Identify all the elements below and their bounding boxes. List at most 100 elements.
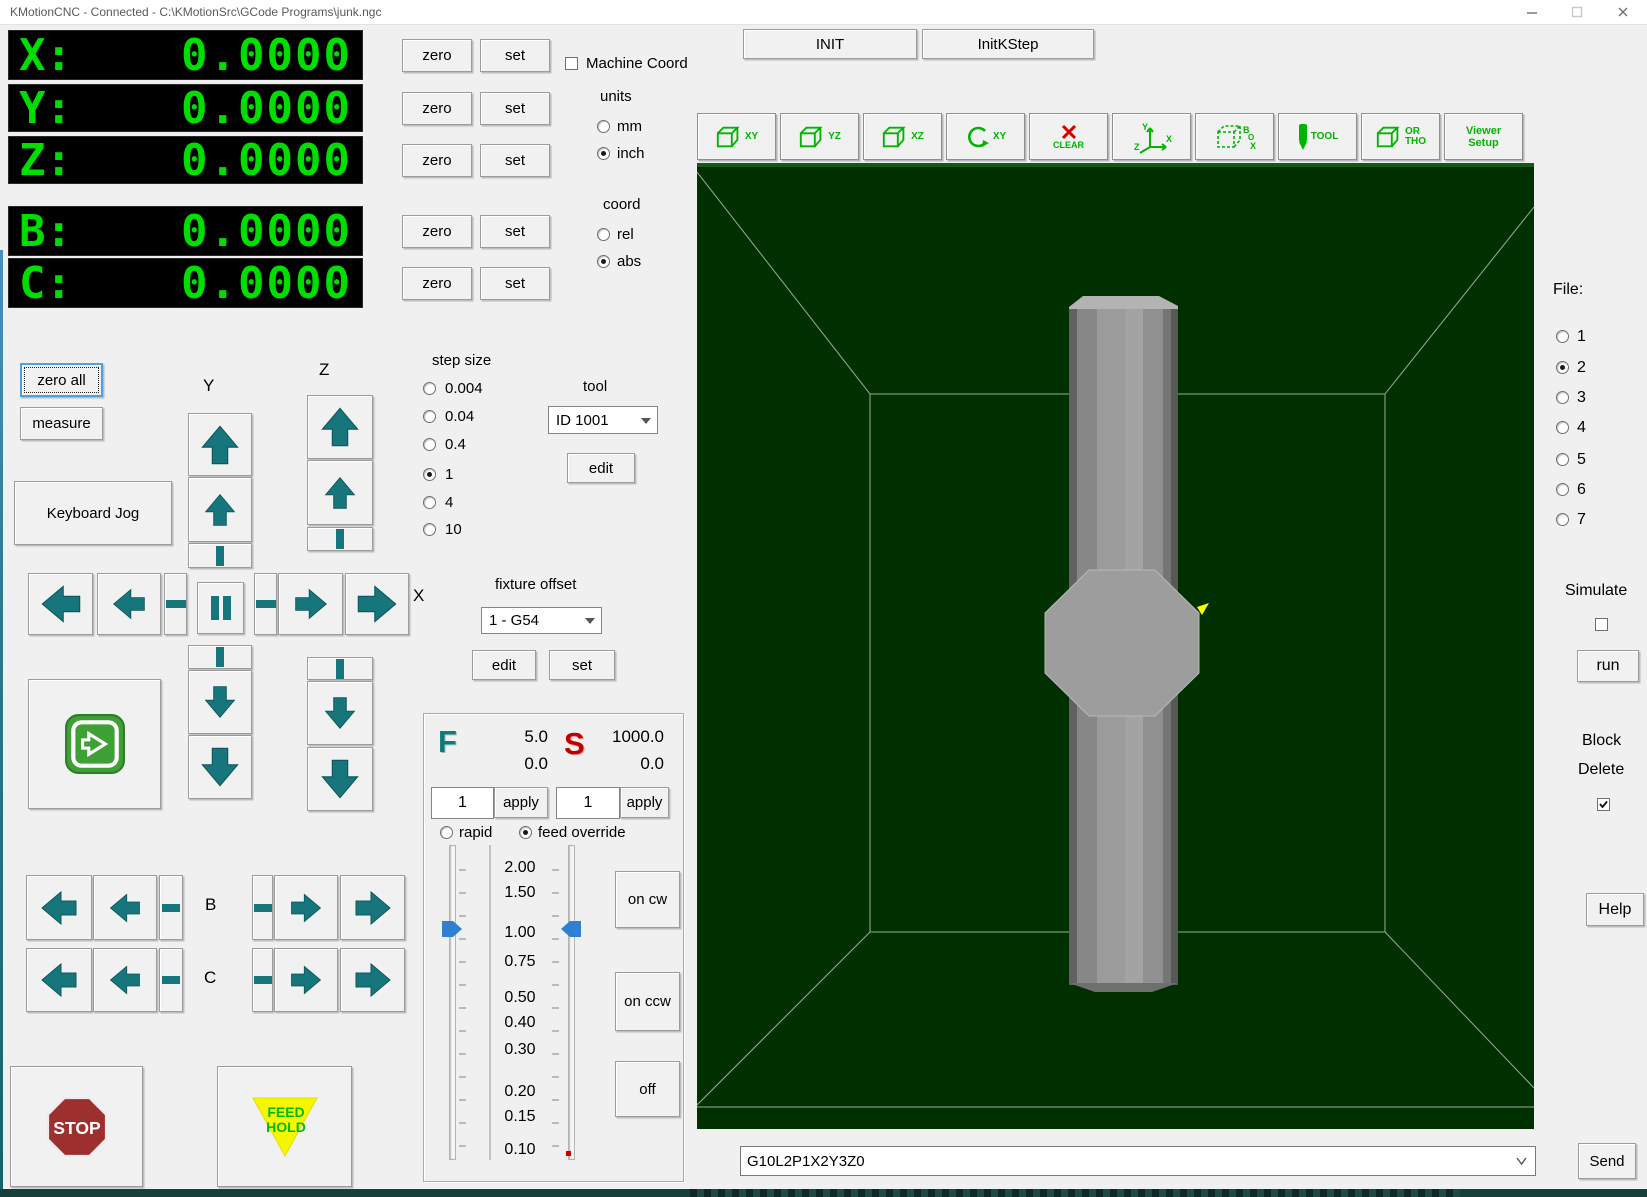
run-button[interactable]: run	[1577, 650, 1639, 682]
zero-z-button[interactable]: zero	[402, 144, 472, 177]
file-3-radio[interactable]	[1556, 391, 1569, 404]
file-5-radio[interactable]	[1556, 453, 1569, 466]
set-z-button[interactable]: set	[480, 144, 550, 177]
jog-y-minus-step-button[interactable]	[188, 645, 252, 669]
jog-b-minus-fast-button[interactable]	[26, 875, 92, 940]
init-button[interactable]: INIT	[743, 29, 917, 59]
file-1-radio[interactable]	[1556, 330, 1569, 343]
jog-y-minus-button[interactable]	[188, 670, 252, 734]
jog-x-minus-fast-button[interactable]	[28, 573, 93, 635]
units-mm-radio[interactable]	[597, 120, 610, 133]
spindle-override-input[interactable]	[556, 787, 620, 819]
viewer-setup-button[interactable]: ViewerSetup	[1444, 113, 1523, 160]
jog-c-minus-fast-button[interactable]	[26, 948, 92, 1012]
file-7-radio[interactable]	[1556, 513, 1569, 526]
jog-c-minus-button[interactable]	[93, 948, 157, 1012]
jog-c-plus-button[interactable]	[274, 948, 338, 1012]
set-c-button[interactable]: set	[480, 267, 550, 300]
jog-y-plus-step-button[interactable]	[188, 543, 252, 568]
jog-y-minus-fast-button[interactable]	[188, 735, 252, 799]
ortho-button[interactable]: ORTHO	[1361, 113, 1440, 160]
zero-x-button[interactable]: zero	[402, 39, 472, 72]
jog-z-plus-fast-button[interactable]	[307, 395, 373, 459]
feed-override-radio[interactable]	[519, 826, 532, 839]
tool-edit-button[interactable]: edit	[567, 453, 635, 483]
jog-x-minus-button[interactable]	[97, 573, 161, 635]
fixture-set-button[interactable]: set	[549, 650, 615, 680]
spindle-override-slider[interactable]	[568, 845, 575, 1160]
step-size-10-radio[interactable]	[423, 523, 436, 536]
jog-y-plus-fast-button[interactable]	[188, 413, 252, 476]
jog-z-plus-step-button[interactable]	[307, 527, 373, 551]
gcode-combobox[interactable]: G10L2P1X2Y3Z0	[740, 1146, 1536, 1176]
jog-pause-button[interactable]	[197, 582, 244, 634]
zero-b-button[interactable]: zero	[402, 215, 472, 248]
initkstep-button[interactable]: InitKStep	[922, 29, 1094, 59]
step-size-4-radio[interactable]	[423, 496, 436, 509]
stop-button[interactable]: STOP	[10, 1066, 143, 1187]
jog-z-plus-button[interactable]	[307, 460, 373, 525]
file-4-radio[interactable]	[1556, 421, 1569, 434]
go-button[interactable]	[28, 679, 161, 809]
simulate-checkbox[interactable]	[1595, 618, 1608, 631]
jog-b-minus-step-button[interactable]	[159, 875, 183, 940]
feed-override-slider[interactable]	[449, 845, 456, 1160]
feed-override-input[interactable]	[431, 787, 494, 819]
show-axes-button[interactable]: Y Z X	[1112, 113, 1191, 160]
close-button[interactable]	[1606, 0, 1640, 24]
jog-z-minus-fast-button[interactable]	[307, 747, 373, 811]
spindle-apply-button[interactable]: apply	[620, 787, 669, 818]
jog-x-plus-button[interactable]	[278, 573, 343, 635]
set-b-button[interactable]: set	[480, 215, 550, 248]
zero-c-button[interactable]: zero	[402, 267, 472, 300]
jog-b-minus-button[interactable]	[93, 875, 157, 940]
view-xy-button[interactable]: XY	[697, 113, 776, 160]
tool-dropdown[interactable]: ID 1001	[548, 406, 658, 434]
step-size-0.004-radio[interactable]	[423, 382, 436, 395]
block-delete-checkbox[interactable]	[1597, 798, 1610, 811]
keyboard-jog-button[interactable]: Keyboard Jog	[14, 481, 172, 545]
jog-x-minus-step-button[interactable]	[164, 573, 187, 635]
feed-apply-button[interactable]: apply	[494, 787, 548, 818]
step-size-0.04-radio[interactable]	[423, 410, 436, 423]
jog-c-minus-step-button[interactable]	[159, 948, 183, 1012]
jog-b-plus-fast-button[interactable]	[340, 875, 405, 940]
jog-b-plus-step-button[interactable]	[252, 875, 273, 940]
jog-c-plus-fast-button[interactable]	[340, 948, 405, 1012]
gcode-3d-viewport[interactable]	[697, 163, 1534, 1129]
jog-b-plus-button[interactable]	[274, 875, 338, 940]
minimize-button[interactable]	[1515, 0, 1549, 24]
fixture-edit-button[interactable]: edit	[472, 650, 536, 680]
step-size-0.4-radio[interactable]	[423, 438, 436, 451]
bounding-box-button[interactable]: B O X	[1195, 113, 1274, 160]
coord-abs-radio[interactable]	[597, 255, 610, 268]
send-button[interactable]: Send	[1578, 1143, 1636, 1179]
measure-button[interactable]: measure	[20, 407, 103, 440]
spindle-on-ccw-button[interactable]: on ccw	[615, 972, 680, 1031]
clear-button[interactable]: CLEAR	[1029, 113, 1108, 160]
zero-all-button[interactable]: zero all	[20, 363, 103, 397]
fixture-offset-dropdown[interactable]: 1 - G54	[481, 607, 602, 634]
machine-coord-checkbox[interactable]	[565, 57, 578, 70]
rapid-radio[interactable]	[440, 826, 453, 839]
help-button[interactable]: Help	[1586, 893, 1644, 926]
jog-c-plus-step-button[interactable]	[252, 948, 273, 1012]
step-size-1-radio[interactable]	[423, 468, 436, 481]
view-yz-button[interactable]: YZ	[780, 113, 859, 160]
jog-z-minus-step-button[interactable]	[307, 657, 373, 680]
set-y-button[interactable]: set	[480, 92, 550, 125]
file-2-radio[interactable]	[1556, 361, 1569, 374]
spindle-off-button[interactable]: off	[615, 1061, 680, 1117]
spindle-on-cw-button[interactable]: on cw	[615, 871, 680, 928]
units-inch-radio[interactable]	[597, 147, 610, 160]
show-tool-button[interactable]: TOOL	[1278, 113, 1357, 160]
jog-y-plus-button[interactable]	[188, 477, 252, 542]
set-x-button[interactable]: set	[480, 39, 550, 72]
jog-x-plus-fast-button[interactable]	[345, 573, 409, 635]
view-xz-button[interactable]: XZ	[863, 113, 942, 160]
jog-z-minus-button[interactable]	[307, 681, 373, 745]
coord-rel-radio[interactable]	[597, 228, 610, 241]
zero-y-button[interactable]: zero	[402, 92, 472, 125]
feed-hold-button[interactable]: FEED HOLD	[217, 1066, 352, 1187]
jog-x-plus-step-button[interactable]	[254, 573, 277, 635]
